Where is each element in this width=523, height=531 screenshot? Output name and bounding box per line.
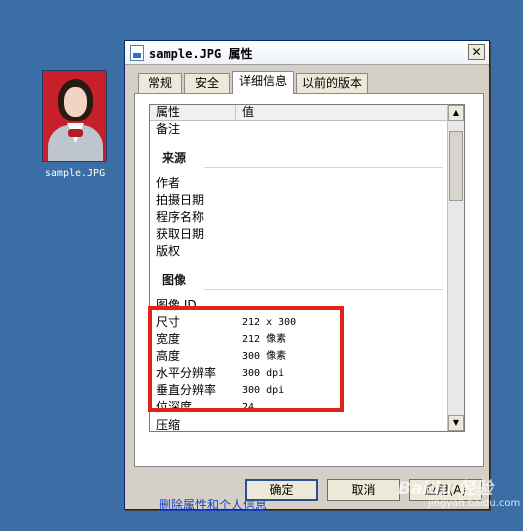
list-header: 属性 值 <box>150 105 449 121</box>
section-divider <box>204 167 443 168</box>
vertical-scrollbar[interactable]: ▲ ▼ <box>447 105 464 431</box>
watermark-logo: Baidu 经验 <box>398 479 493 499</box>
cancel-button[interactable]: 取消 <box>327 479 400 501</box>
section-header-source: 来源 <box>162 151 187 165</box>
property-name: 拍摄日期 <box>156 193 205 207</box>
column-header-value[interactable]: 值 <box>236 105 449 121</box>
list-item[interactable]: 获取日期 <box>156 226 204 243</box>
tab-previous-versions[interactable]: 以前的版本 <box>296 73 368 93</box>
list-item[interactable]: 作者 <box>156 175 180 192</box>
desktop-file-label[interactable]: sample.JPG <box>30 168 120 179</box>
thumbnail-bow <box>68 129 83 137</box>
list-item[interactable]: 拍摄日期 <box>156 192 204 209</box>
tab-general[interactable]: 常规 <box>138 73 182 93</box>
highlight-annotation <box>148 306 344 412</box>
tab-strip: 常规 安全 详细信息 以前的版本 <box>134 71 484 94</box>
image-file-icon <box>130 45 144 61</box>
photo-thumbnail[interactable] <box>42 70 107 162</box>
tab-details[interactable]: 详细信息 <box>232 71 294 94</box>
list-item[interactable]: 版权 <box>156 243 180 260</box>
section-divider <box>204 289 443 290</box>
window-title: sample.JPG 属性 <box>149 47 253 61</box>
list-item[interactable]: 备注 <box>156 121 180 138</box>
watermark-url: jingyan.baidu.com <box>428 498 521 509</box>
list-item[interactable]: 压缩 <box>156 417 181 432</box>
property-name: 版权 <box>156 244 181 258</box>
properties-window: sample.JPG 属性 ✕ 常规 安全 详细信息 以前的版本 属性 值 备注… <box>124 40 490 512</box>
section-header-image: 图像 <box>162 273 187 287</box>
property-name: 程序名称 <box>156 210 205 224</box>
list-item[interactable]: 程序名称 <box>156 209 204 226</box>
title-bar[interactable]: sample.JPG 属性 ✕ <box>125 41 489 65</box>
property-name: 备注 <box>156 122 181 136</box>
thumbnail-face <box>64 87 87 117</box>
column-header-property[interactable]: 属性 <box>150 105 236 121</box>
property-name: 作者 <box>156 176 181 190</box>
scroll-down-button[interactable]: ▼ <box>448 415 464 431</box>
close-button[interactable]: ✕ <box>468 44 485 60</box>
property-name: 获取日期 <box>156 227 205 241</box>
ok-button[interactable]: 确定 <box>245 479 318 501</box>
scroll-thumb[interactable] <box>449 131 463 201</box>
tab-security[interactable]: 安全 <box>184 73 230 93</box>
property-name: 压缩 <box>156 418 181 432</box>
scroll-up-button[interactable]: ▲ <box>448 105 464 121</box>
